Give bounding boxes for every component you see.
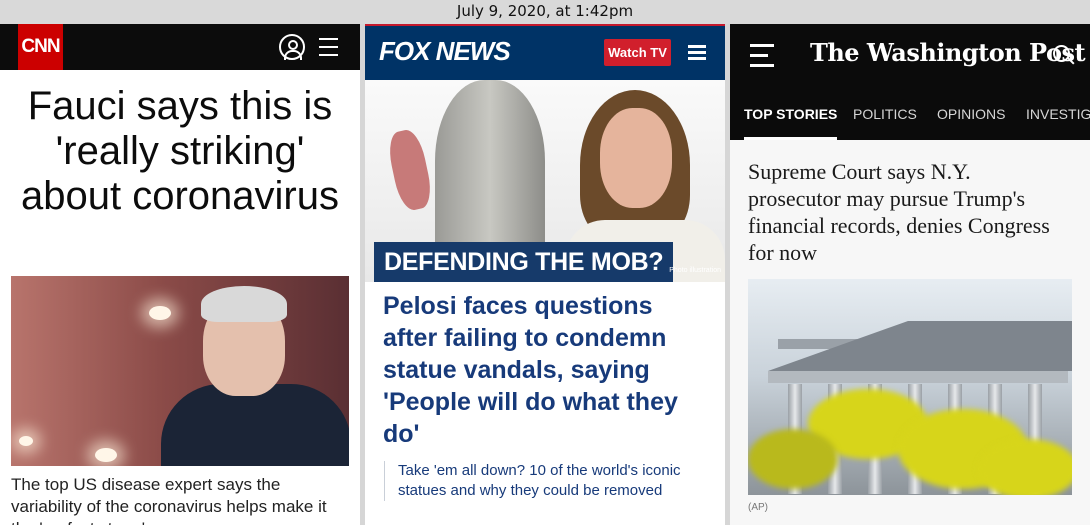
watch-tv-button[interactable]: Watch TV: [604, 39, 671, 66]
capture-timestamp: July 9, 2020, at 1:42pm: [0, 0, 1090, 24]
fox-photo-credit: Photo illustration: [669, 267, 721, 274]
wapo-section-tabs: TOP STORIES POLITICS OPINIONS INVESTIGA: [730, 88, 1090, 140]
tab-politics[interactable]: POLITICS: [853, 88, 917, 140]
menu-icon[interactable]: [688, 45, 706, 63]
wapo-panel: The Washington Post TOP STORIES POLITICS…: [730, 24, 1090, 525]
cnn-header: CNN: [0, 24, 360, 70]
cnn-headline[interactable]: Fauci says this is 'really striking' abo…: [10, 84, 350, 219]
tab-investigations[interactable]: INVESTIGA: [1026, 88, 1090, 140]
cnn-logo[interactable]: CNN: [18, 24, 63, 70]
fox-hero-image[interactable]: DEFENDING THE MOB? Photo illustration: [365, 80, 725, 282]
fox-logo[interactable]: FOX NEWS: [379, 36, 511, 67]
fox-related-link[interactable]: Take 'em all down? 10 of the world's ico…: [384, 461, 698, 501]
cnn-panel: CNN Fauci says this is 'really striking'…: [0, 24, 360, 525]
tab-top-stories[interactable]: TOP STORIES: [744, 88, 838, 140]
cnn-hero-image[interactable]: [11, 276, 349, 466]
wapo-headline[interactable]: Supreme Court says N.Y. prosecutor may p…: [748, 158, 1068, 266]
fox-header: FOX NEWS Watch TV: [365, 24, 725, 80]
wapo-hero-image[interactable]: [748, 279, 1072, 495]
tab-opinions[interactable]: OPINIONS: [937, 88, 1005, 140]
cnn-subhead[interactable]: The top US disease expert says the varia…: [11, 474, 351, 525]
menu-icon[interactable]: [319, 38, 338, 62]
wapo-header: The Washington Post: [730, 24, 1090, 88]
user-icon[interactable]: [279, 34, 305, 60]
wapo-logo[interactable]: The Washington Post: [810, 38, 1086, 67]
wapo-photo-credit: (AP): [748, 502, 768, 513]
search-icon[interactable]: [1053, 45, 1070, 62]
menu-icon[interactable]: [750, 44, 774, 74]
fox-headline[interactable]: Pelosi faces questions after failing to …: [383, 290, 711, 450]
fox-panel: FOX NEWS Watch TV DEFENDING THE MOB? Pho…: [365, 24, 725, 525]
fox-banner: DEFENDING THE MOB?: [374, 242, 674, 282]
